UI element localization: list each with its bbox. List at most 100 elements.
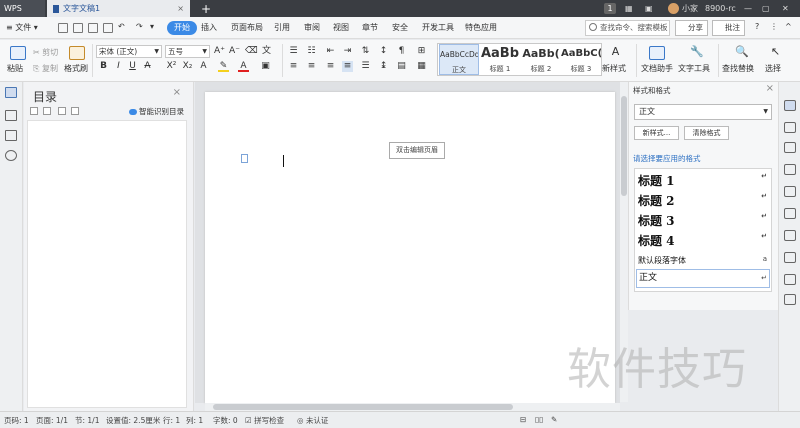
show-marks-icon[interactable]: ¶ bbox=[396, 46, 407, 57]
shading-icon[interactable]: ▤ bbox=[396, 61, 407, 72]
toc-panel-icon[interactable] bbox=[5, 87, 17, 98]
sync-tool-icon[interactable] bbox=[784, 274, 796, 285]
maximize-icon[interactable]: ▢ bbox=[762, 0, 770, 17]
paragraph-layout-icon[interactable] bbox=[241, 154, 248, 163]
spell-check-button[interactable]: ☑ 拼写检查 bbox=[245, 415, 284, 426]
justify-icon[interactable]: ≡ bbox=[342, 61, 353, 72]
style-heading-1[interactable]: AaBb 标题 1 bbox=[480, 44, 520, 75]
pinyin-icon[interactable]: 文 bbox=[261, 46, 272, 57]
menu-item-developer[interactable]: 开发工具 bbox=[419, 21, 457, 35]
cut-button[interactable]: ✂ 剪切 bbox=[33, 47, 58, 58]
doc-assistant-button[interactable]: 文档助手 bbox=[641, 63, 673, 74]
current-style-select[interactable]: 正文 ▼ bbox=[634, 104, 772, 120]
list-item[interactable]: 正文 ↵ bbox=[636, 269, 770, 288]
table-border-icon[interactable]: ⊞ bbox=[416, 46, 427, 57]
increase-indent-icon[interactable]: ⇥ bbox=[342, 46, 353, 57]
save-icon[interactable] bbox=[58, 23, 68, 33]
style-heading-2[interactable]: AaBb(标题 2 bbox=[521, 44, 561, 75]
sort-icon[interactable]: ↕ bbox=[378, 46, 389, 57]
italic-icon[interactable]: I bbox=[113, 61, 124, 72]
search-icon[interactable] bbox=[5, 150, 17, 161]
menu-item-insert[interactable]: 插入 bbox=[198, 21, 220, 35]
menu-item-security[interactable]: 安全 bbox=[389, 21, 411, 35]
table-tool-icon[interactable] bbox=[784, 186, 796, 197]
close-tab-icon[interactable]: × bbox=[177, 4, 184, 13]
doc-assistant-icon[interactable] bbox=[649, 46, 665, 60]
certification-status[interactable]: ◎ 未认证 bbox=[297, 415, 328, 426]
format-painter-icon[interactable] bbox=[69, 46, 85, 60]
find-icon[interactable]: 🔍 bbox=[735, 46, 749, 57]
cursor-icon[interactable]: ↖ bbox=[770, 46, 781, 57]
backup-tool-icon[interactable] bbox=[784, 164, 796, 175]
chapter-panel-icon[interactable] bbox=[5, 110, 17, 121]
font-size-select[interactable]: 五号 ▼ bbox=[165, 45, 210, 58]
list-item[interactable]: 默认段落字体 a bbox=[638, 255, 769, 266]
page-view-icon[interactable]: ⊟ bbox=[520, 415, 526, 424]
quick-access-dropdown-icon[interactable]: ▾ bbox=[147, 20, 157, 34]
more-icon[interactable]: ⋮ bbox=[767, 20, 781, 34]
styles-tool-icon[interactable] bbox=[784, 100, 796, 111]
new-style-button[interactable]: 新样式... bbox=[634, 126, 679, 140]
file-menu[interactable]: ≡ 文件 ▾ bbox=[3, 21, 41, 35]
shrink-font-icon[interactable]: A⁻ bbox=[229, 46, 240, 57]
promote-icon[interactable] bbox=[58, 107, 66, 115]
numbered-list-icon[interactable]: ☷ bbox=[306, 46, 317, 57]
style-normal[interactable]: AaBbCcDd 正文 bbox=[439, 44, 479, 75]
copy-button[interactable]: ⎘ 复制 bbox=[33, 63, 58, 74]
horizontal-scrollbar[interactable] bbox=[205, 403, 620, 411]
underline-icon[interactable]: U bbox=[127, 61, 138, 72]
tab-wps-home[interactable]: WPS bbox=[0, 0, 45, 17]
menu-item-page-layout[interactable]: 页面布局 bbox=[228, 21, 266, 35]
select-button[interactable]: 选择 bbox=[765, 63, 781, 74]
list-item[interactable]: 标题 3 ↵ bbox=[638, 212, 769, 229]
menu-item-special[interactable]: 特色应用 bbox=[462, 21, 500, 35]
bullet-list-icon[interactable]: ☰ bbox=[288, 46, 299, 57]
style-heading-3[interactable]: AaBbC(标题 3 bbox=[561, 44, 601, 75]
status-word-count[interactable]: 字数: 0 bbox=[213, 415, 238, 426]
tab-document[interactable]: 文字文稿1 × bbox=[47, 0, 190, 17]
chinese-layout-icon[interactable]: ⇅ bbox=[360, 46, 371, 57]
text-effect-icon[interactable]: A bbox=[198, 61, 209, 72]
reading-view-icon[interactable]: ▯▯ bbox=[535, 415, 543, 424]
list-item[interactable]: 标题 1 ↵ bbox=[638, 172, 769, 189]
avatar[interactable]: 小家 bbox=[668, 0, 698, 17]
header-edit-tip[interactable]: 双击编辑页眉 bbox=[389, 142, 445, 159]
bookmark-icon[interactable] bbox=[5, 130, 17, 141]
collapse-ribbon-icon[interactable]: ^ bbox=[782, 20, 795, 34]
demote-icon[interactable] bbox=[71, 107, 79, 115]
copy-tool-icon[interactable] bbox=[784, 230, 796, 241]
close-window-icon[interactable]: ✕ bbox=[782, 0, 789, 17]
clear-format-button[interactable]: 清除格式 bbox=[684, 126, 729, 140]
grid-icon[interactable]: ▣ bbox=[645, 0, 653, 17]
collapse-all-icon[interactable] bbox=[30, 107, 38, 115]
format-painter-button[interactable]: 格式刷 bbox=[64, 63, 88, 74]
font-name-select[interactable]: 宋体 (正文) ▼ bbox=[96, 45, 162, 58]
superscript-icon[interactable]: X² bbox=[166, 61, 177, 72]
export-pdf-icon[interactable] bbox=[73, 23, 83, 33]
properties-tool-icon[interactable] bbox=[784, 208, 796, 219]
decrease-indent-icon[interactable]: ⇤ bbox=[325, 46, 336, 57]
close-icon[interactable]: × bbox=[766, 83, 774, 94]
menu-item-references[interactable]: 引用 bbox=[271, 21, 293, 35]
align-left-icon[interactable]: ≡ bbox=[288, 61, 299, 72]
menu-item-view[interactable]: 视图 bbox=[330, 21, 352, 35]
list-item[interactable]: 标题 4 ↵ bbox=[638, 232, 769, 249]
menu-item-start[interactable]: 开始 bbox=[167, 21, 197, 35]
print-icon[interactable] bbox=[88, 23, 98, 33]
undo-icon[interactable]: ↶ bbox=[115, 20, 128, 34]
page-badge[interactable]: 1 bbox=[604, 3, 616, 14]
bold-icon[interactable]: B bbox=[98, 61, 109, 72]
paste-button[interactable]: 粘贴 bbox=[7, 63, 23, 74]
redo-icon[interactable]: ↷ bbox=[133, 20, 146, 34]
expand-all-icon[interactable] bbox=[43, 107, 51, 115]
help-icon[interactable]: ? bbox=[752, 20, 762, 34]
command-search-input[interactable]: 查找命令、搜索模板 bbox=[585, 20, 670, 36]
new-style-button[interactable]: 新样式 bbox=[602, 63, 626, 74]
line-spacing-icon[interactable]: ↨ bbox=[378, 61, 389, 72]
distributed-icon[interactable]: ☰ bbox=[360, 61, 371, 72]
find-replace-button[interactable]: 查找替换 bbox=[722, 63, 754, 74]
align-right-icon[interactable]: ≡ bbox=[325, 61, 336, 72]
smart-toc-button[interactable]: 智能识别目录 bbox=[129, 106, 184, 117]
edit-view-icon[interactable]: ✎ bbox=[551, 415, 557, 424]
layout-icon[interactable]: ▦ bbox=[625, 0, 633, 17]
